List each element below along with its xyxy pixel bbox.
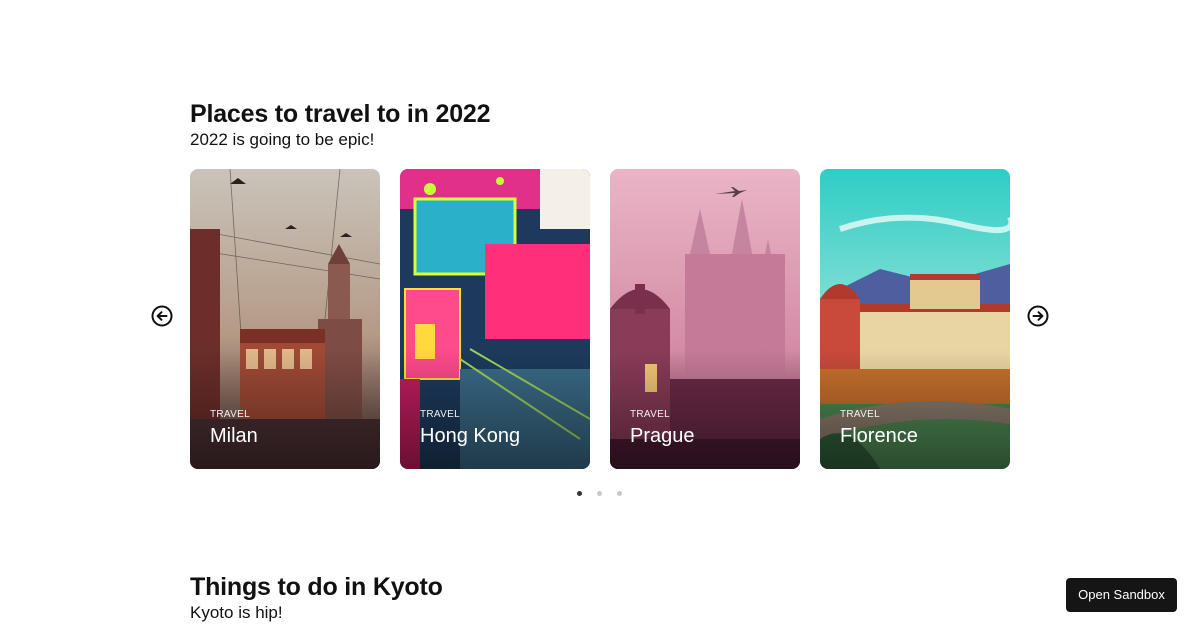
destination-card-florence[interactable]: TRAVEL Florence — [820, 169, 1010, 469]
destination-carousel: TRAVEL Milan TRAVEL Hong Kong TRAVEL Pra… — [190, 169, 1010, 469]
section-subtitle: Kyoto is hip! — [190, 603, 283, 622]
carousel-next-button[interactable] — [1027, 305, 1049, 327]
card-category: TRAVEL — [420, 409, 460, 420]
section-title: Things to do in Kyoto — [190, 573, 443, 601]
section-subtitle: 2022 is going to be epic! — [190, 130, 375, 149]
carousel-pagination — [577, 491, 627, 497]
section-title: Places to travel to in 2022 — [190, 100, 491, 128]
carousel-prev-button[interactable] — [151, 305, 173, 327]
card-category: TRAVEL — [840, 409, 880, 420]
pagination-dot[interactable] — [597, 491, 602, 496]
pagination-dot[interactable] — [617, 491, 622, 496]
destination-card-prague[interactable]: TRAVEL Prague — [610, 169, 800, 469]
card-city-name: Florence — [840, 425, 918, 447]
destination-card-milan[interactable]: TRAVEL Milan — [190, 169, 380, 469]
card-category: TRAVEL — [210, 409, 250, 420]
card-city-name: Milan — [210, 425, 258, 447]
open-sandbox-button[interactable]: Open Sandbox — [1066, 578, 1177, 612]
card-city-name: Hong Kong — [420, 425, 521, 447]
card-category: TRAVEL — [630, 409, 670, 420]
pagination-dot-active[interactable] — [577, 491, 582, 496]
arrow-left-circle-icon — [151, 305, 173, 327]
card-city-name: Prague — [630, 425, 695, 447]
page: Places to travel to in 2022 2022 is goin… — [0, 0, 1200, 630]
arrow-right-circle-icon — [1027, 305, 1049, 327]
destination-card-hong-kong[interactable]: TRAVEL Hong Kong — [400, 169, 590, 469]
